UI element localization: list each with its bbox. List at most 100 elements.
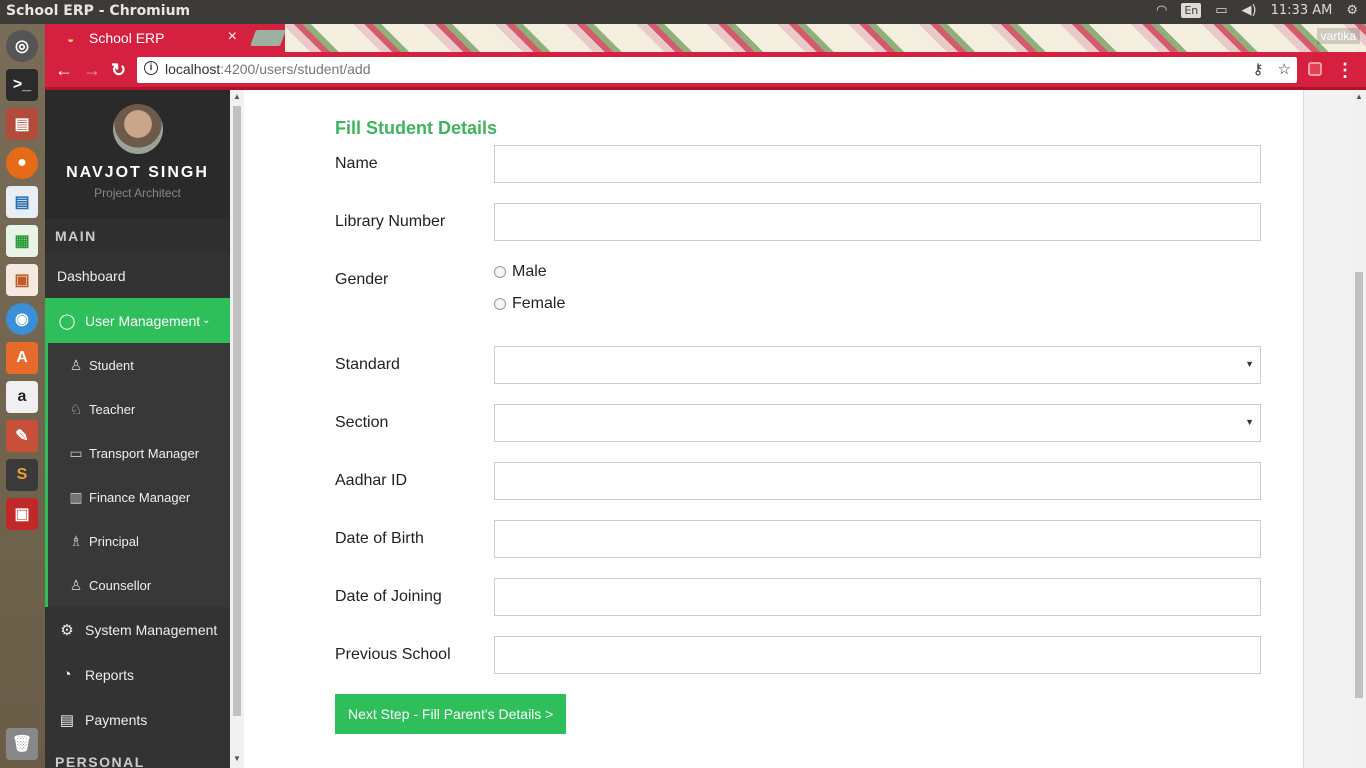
sidebar-item-label: Reports [85, 666, 135, 683]
gender-female-label: Female [512, 295, 566, 312]
doj-input[interactable] [494, 578, 1261, 616]
aadhar-label: Aadhar ID [335, 472, 408, 489]
window-title: School ERP - Chromium [6, 3, 191, 19]
radio-male[interactable] [494, 266, 506, 278]
user-circle-icon: ◯ [58, 312, 76, 330]
sidebar-scrollbar[interactable]: ▲ ▼ [230, 90, 244, 768]
sublime-text-icon[interactable]: S [6, 459, 38, 491]
sidebar-item-label: Dashboard [57, 267, 126, 284]
trash-icon[interactable]: 🗑 [6, 728, 38, 760]
profile-name[interactable]: vartika [1316, 28, 1360, 44]
aadhar-input[interactable] [494, 462, 1261, 500]
name-label: Name [335, 155, 378, 172]
sidebar-item-counsellor[interactable]: ♙ Counsellor [48, 563, 230, 607]
sidebar-item-reports[interactable]: ◔ Reports [45, 652, 230, 697]
section-heading-main: MAIN [45, 219, 230, 253]
sidebar-item-label: Finance Manager [89, 489, 191, 505]
sidebar: NAVJOT SINGH Project Architect MAIN Dash… [45, 90, 230, 768]
sidebar-item-payments[interactable]: ▤ Payments [45, 697, 230, 742]
system-settings-icon[interactable]: ✎ [6, 420, 38, 452]
section-select[interactable]: ▼ [494, 404, 1261, 442]
forward-arrow-icon[interactable]: → [83, 60, 101, 81]
close-tab-icon[interactable]: × [228, 28, 237, 46]
previous-school-input[interactable] [494, 636, 1261, 674]
sidebar-item-label: Principal [89, 533, 139, 549]
sidebar-item-user-management[interactable]: ◯ User Management ⌄ [45, 298, 230, 343]
user-profile: NAVJOT SINGH Project Architect [45, 90, 230, 219]
sidebar-item-teacher[interactable]: ♘ Teacher [48, 387, 230, 431]
gear-icon: ⚙ [60, 621, 74, 639]
sidebar-item-finance-manager[interactable]: ▥ Finance Manager [48, 475, 230, 519]
software-center-icon[interactable]: A [6, 342, 38, 374]
impress-icon[interactable]: ▣ [6, 264, 38, 296]
caret-down-icon: ▼ [1245, 359, 1254, 369]
scrollbar-thumb[interactable] [233, 106, 241, 716]
browser-menu-icon[interactable]: ⋮ [1336, 60, 1354, 81]
caret-down-icon: ▼ [1245, 417, 1254, 427]
key-icon[interactable]: ⚷ [1253, 60, 1264, 78]
scroll-up-arrow-icon[interactable]: ▲ [1355, 92, 1363, 101]
scroll-up-arrow-icon[interactable]: ▲ [233, 92, 241, 101]
site-info-icon[interactable]: i [144, 61, 158, 75]
next-step-button[interactable]: Next Step - Fill Parent's Details > [335, 694, 567, 734]
system-tray: ◠ En ▭ ◀) 11:33 AM ⚙ [1156, 3, 1358, 18]
scroll-down-arrow-icon[interactable]: ▼ [233, 754, 241, 763]
dash-home-icon[interactable]: ◎ [6, 30, 38, 62]
theme-background [285, 24, 1366, 52]
sidebar-item-system-management[interactable]: ⚙ System Management [45, 607, 230, 652]
gender-female-option[interactable]: Female [494, 295, 565, 313]
wifi-icon[interactable]: ◠ [1156, 3, 1167, 18]
avatar[interactable] [112, 104, 163, 154]
new-tab-button[interactable] [250, 30, 286, 46]
amazon-icon[interactable]: a [6, 381, 38, 413]
calc-icon[interactable]: ▦ [6, 225, 38, 257]
tab-strip: ◒ School ERP × vartika [45, 24, 1366, 52]
terminal-icon[interactable]: >_ [6, 69, 38, 101]
firefox-icon[interactable]: ● [6, 147, 38, 179]
reload-icon[interactable]: ↻ [111, 60, 126, 81]
scrollbar-thumb[interactable] [1355, 272, 1363, 698]
library-number-label: Library Number [335, 213, 446, 230]
tab-school-erp[interactable]: ◒ School ERP × [55, 24, 245, 52]
address-bar[interactable]: i localhost:4200/users/student/add ⚷ ☆ [137, 57, 1297, 83]
section-heading-personal: PERSONAL [45, 742, 230, 768]
volume-icon[interactable]: ◀) [1242, 3, 1257, 18]
settings-gear-icon[interactable]: ⚙ [1346, 3, 1358, 18]
standard-label: Standard [335, 356, 400, 373]
previous-school-label: Previous School [335, 646, 451, 663]
sidebar-item-dashboard[interactable]: Dashboard [45, 253, 230, 298]
app-icon[interactable]: ▣ [6, 498, 38, 530]
gender-male-option[interactable]: Male [494, 263, 547, 281]
file-manager-icon[interactable]: ▤ [6, 108, 38, 140]
user-role: Project Architect [94, 186, 181, 200]
standard-select[interactable]: ▼ [494, 346, 1261, 384]
battery-icon[interactable]: ▭ [1215, 3, 1227, 18]
sidebar-item-transport-manager[interactable]: ▭ Transport Manager [48, 431, 230, 475]
dob-input[interactable] [494, 520, 1261, 558]
user-name: NAVJOT SINGH [66, 164, 209, 181]
sidebar-item-label: System Management [85, 621, 218, 638]
clock[interactable]: 11:33 AM [1271, 3, 1333, 18]
back-arrow-icon[interactable]: ← [55, 60, 73, 81]
tab-favicon-icon: ◒ [67, 32, 75, 46]
keyboard-layout-indicator[interactable]: En [1181, 3, 1202, 18]
payments-icon: ▤ [59, 711, 75, 729]
writer-icon[interactable]: ▤ [6, 186, 38, 218]
url-host: localhost [165, 61, 221, 77]
radio-female[interactable] [494, 298, 506, 310]
student-icon: ♙ [69, 356, 83, 373]
name-input[interactable] [494, 145, 1261, 183]
sidebar-item-student[interactable]: ♙ Student [48, 343, 230, 387]
ubuntu-launcher: ◎ >_ ▤ ● ▤ ▦ ▣ ◉ A a ✎ S ▣ 🗑 [0, 24, 45, 768]
bookmark-star-icon[interactable]: ☆ [1278, 60, 1291, 78]
extension-icon[interactable] [1308, 62, 1322, 76]
sidebar-item-label: Student [89, 357, 134, 373]
bar-chart-icon: ▥ [69, 488, 83, 505]
dob-label: Date of Birth [335, 530, 424, 547]
form-title: Fill Student Details [335, 118, 498, 138]
chromium-icon[interactable]: ◉ [6, 303, 38, 335]
chevron-down-icon: ⌄ [202, 315, 211, 326]
library-number-input[interactable] [494, 203, 1261, 241]
sidebar-item-principal[interactable]: ♗ Principal [48, 519, 230, 563]
page-scrollbar[interactable]: ▲ [1352, 90, 1366, 768]
